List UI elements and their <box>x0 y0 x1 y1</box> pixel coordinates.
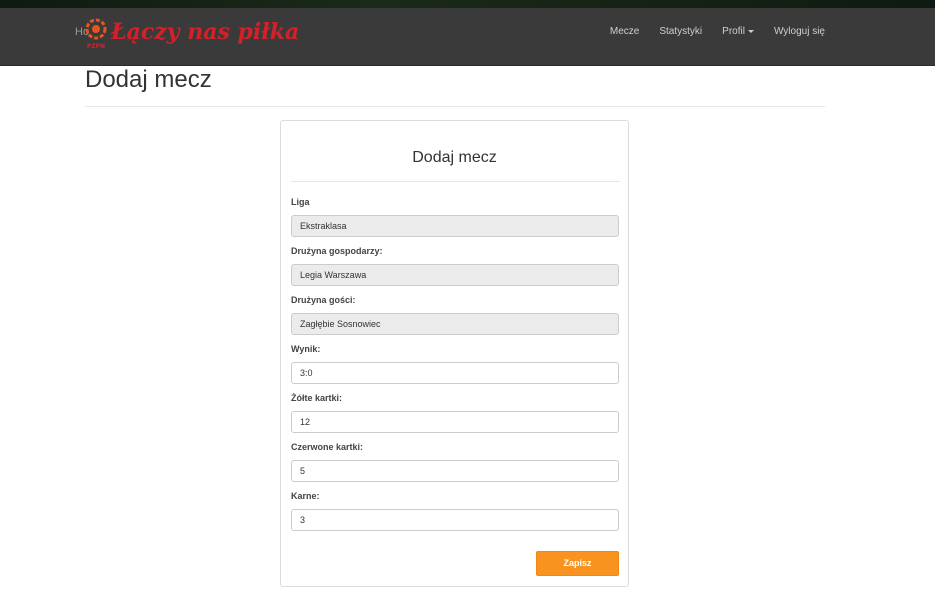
nav-link-statystyki[interactable]: Statystyki <box>659 26 702 37</box>
panel-divider <box>291 181 620 182</box>
home-team-input: Legia Warszawa <box>291 264 619 286</box>
add-match-panel: Dodaj mecz Liga Ekstraklasa Drużyna gosp… <box>280 120 629 587</box>
field-yellow-cards: Żółte kartki: 12 <box>291 392 619 433</box>
nav-dropdown-profil[interactable]: Profil <box>722 26 754 37</box>
score-input[interactable]: 3:0 <box>291 362 619 384</box>
penalties-input[interactable]: 3 <box>291 509 619 531</box>
field-liga: Liga Ekstraklasa <box>291 196 619 237</box>
field-away-team: Drużyna gości: Zagłębie Sosnowiec <box>291 294 619 335</box>
field-red-cards: Czerwone kartki: 5 <box>291 441 619 482</box>
field-label: Drużyna gości: <box>291 295 356 305</box>
field-label: Liga <box>291 197 310 207</box>
brand-logo[interactable]: PZPN Łączy nas piłka <box>85 17 299 55</box>
field-penalties: Karne: 3 <box>291 490 619 531</box>
pzpn-emblem-icon: PZPN <box>85 18 107 50</box>
top-strip <box>0 0 935 8</box>
liga-input: Ekstraklasa <box>291 215 619 237</box>
title-divider <box>85 106 825 107</box>
nav-dropdown-profil-label: Profil <box>722 26 745 37</box>
field-label: Żółte kartki: <box>291 393 343 403</box>
away-team-input: Zagłębie Sosnowiec <box>291 313 619 335</box>
field-label: Wynik: <box>291 344 321 354</box>
yellow-cards-input[interactable]: 12 <box>291 411 619 433</box>
field-label: Drużyna gospodarzy: <box>291 246 383 256</box>
navbar: Ho PZPN Łączy nas piłka Mecze Statystyki… <box>0 8 935 66</box>
field-label: Karne: <box>291 491 320 501</box>
field-home-team: Drużyna gospodarzy: Legia Warszawa <box>291 245 619 286</box>
nav-link-mecze[interactable]: Mecze <box>610 26 639 37</box>
field-label: Czerwone kartki: <box>291 442 364 452</box>
page-title: Dodaj mecz <box>85 66 212 93</box>
emblem-text: PZPN <box>87 43 105 50</box>
red-cards-input[interactable]: 5 <box>291 460 619 482</box>
nav-link-wyloguj[interactable]: Wyloguj się <box>774 26 825 37</box>
field-score: Wynik: 3:0 <box>291 343 619 384</box>
caret-down-icon <box>747 29 754 33</box>
panel-title: Dodaj mecz <box>412 149 497 166</box>
brand-text: Łączy nas piłka <box>111 19 300 45</box>
nav-links: Mecze Statystyki Profil Wyloguj się <box>610 26 825 37</box>
save-button[interactable]: Zapisz <box>536 551 619 576</box>
